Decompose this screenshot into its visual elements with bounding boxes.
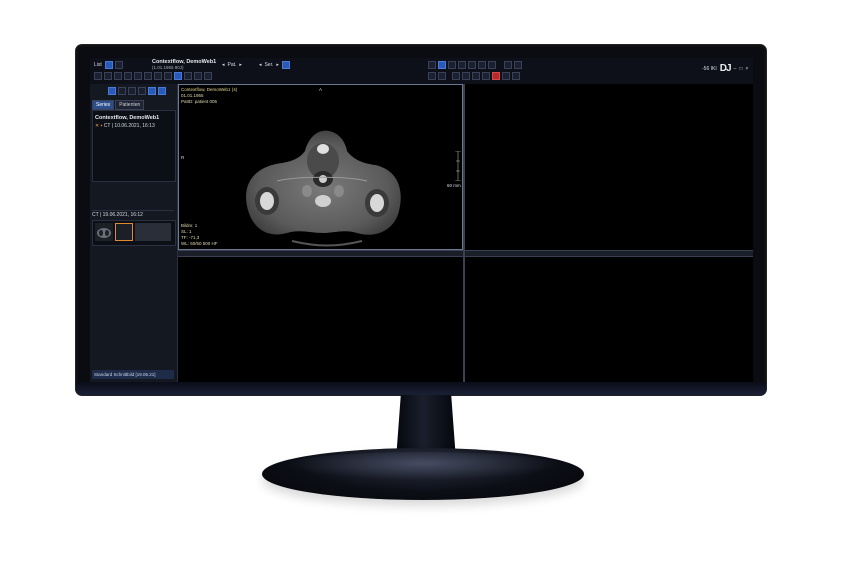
ruler-icon[interactable] <box>154 72 162 80</box>
patient-subtitle: (1.01.1955 80J) <box>152 65 184 70</box>
viewport-bottom-left[interactable] <box>178 257 463 382</box>
series-nav-label: Ser. <box>264 62 274 68</box>
reset-icon[interactable] <box>204 72 212 80</box>
target-icon[interactable] <box>438 72 446 80</box>
restore-icon[interactable]: □ <box>739 66 742 72</box>
rotate-icon[interactable] <box>428 72 436 80</box>
layout-custom-icon[interactable] <box>468 61 476 69</box>
status-bar: Standard Schnittbild [19.06.21] <box>92 370 174 379</box>
study-label: CT | 10.06.2021, 16:13 <box>103 123 155 129</box>
overlay-patient-id: PatID: patient 005 <box>181 99 218 104</box>
expand-icon[interactable] <box>502 72 510 80</box>
compare-icon[interactable] <box>472 72 480 80</box>
main-toolbar: List Contextflow, DemoWeb1 (1.01.1955 80… <box>90 58 753 85</box>
minimize-icon[interactable]: – <box>734 66 737 72</box>
app-logo: DJ <box>719 63 732 74</box>
info-icon[interactable] <box>94 72 102 80</box>
viewport-horizontal-divider[interactable] <box>178 250 753 257</box>
thumbnail-3[interactable] <box>135 223 155 241</box>
viewport-bottom-right[interactable] <box>465 257 753 382</box>
viewport-grid: Contextflow, DemoWeb1 (4) 01.01.1955 Pat… <box>178 84 753 382</box>
pan-icon[interactable] <box>114 72 122 80</box>
prev-patient-icon[interactable]: ◂ <box>222 62 225 68</box>
viewport-top-right[interactable] <box>465 84 753 250</box>
stop-icon[interactable] <box>492 72 500 80</box>
ct-image[interactable] <box>237 121 407 251</box>
audio-icon[interactable] <box>128 87 136 95</box>
close-icon[interactable]: × <box>745 66 748 72</box>
measure-icon[interactable] <box>134 72 142 80</box>
patient-list: Contextflow, DemoWeb1 ✕ ▪ CT | 10.06.202… <box>92 110 176 182</box>
tab-patients[interactable]: Patienten <box>115 100 145 110</box>
layout-2x1-icon[interactable] <box>458 61 466 69</box>
thumbnail-4[interactable] <box>155 223 171 241</box>
image-icon[interactable] <box>148 87 156 95</box>
patient-name[interactable]: Contextflow, DemoWeb1 <box>95 115 159 121</box>
next-series-icon[interactable]: ▸ <box>276 62 279 68</box>
cine-icon[interactable] <box>462 72 470 80</box>
zoom-icon[interactable] <box>124 72 132 80</box>
ellipse-icon[interactable] <box>144 72 152 80</box>
patient-nav-label: Pat. <box>227 62 237 68</box>
next-patient-icon[interactable]: ▸ <box>239 62 242 68</box>
sync-icon[interactable] <box>281 61 290 69</box>
left-panel: Series Patienten Contextflow, DemoWeb1 ✕… <box>90 84 178 382</box>
document-icon[interactable] <box>114 61 123 69</box>
stack-icon[interactable] <box>184 72 192 80</box>
export-icon[interactable] <box>158 87 166 95</box>
overlay-window-level: WL: 60/50 500 HF <box>181 241 218 246</box>
grid-view-icon[interactable] <box>104 61 113 69</box>
crosshair-icon[interactable] <box>194 72 202 80</box>
series-view-icon[interactable] <box>108 87 116 95</box>
close-icon[interactable]: ✕ <box>95 123 99 129</box>
circle-icon[interactable] <box>164 72 172 80</box>
zoom-readout: -56 IKI <box>702 65 717 72</box>
settings-icon[interactable] <box>514 61 522 69</box>
study-item[interactable]: ✕ ▪ CT | 10.06.2021, 16:13 <box>95 123 155 129</box>
thumbnail-chest[interactable] <box>95 223 113 241</box>
window-level-icon[interactable] <box>174 72 182 80</box>
viewport-top-left[interactable]: Contextflow, DemoWeb1 (4) 01.01.1955 Pat… <box>178 84 463 250</box>
layout-2x2-icon[interactable] <box>438 61 446 69</box>
scale-label: 60 mm <box>447 183 461 188</box>
display-icon[interactable] <box>504 61 512 69</box>
play-icon[interactable] <box>452 72 460 80</box>
dicom-icon[interactable] <box>138 87 146 95</box>
list-button[interactable]: List <box>94 62 102 68</box>
series-header[interactable]: CT | 19.06.2021, 16:12 <box>92 210 174 218</box>
thumbnail-selected[interactable] <box>115 223 133 241</box>
refresh-icon[interactable] <box>488 61 496 69</box>
orientation-top: A <box>319 87 323 92</box>
report-icon[interactable] <box>482 72 490 80</box>
camera-icon[interactable] <box>104 72 112 80</box>
bars-icon[interactable] <box>478 61 486 69</box>
monitor-bezel-bottom <box>76 382 766 395</box>
scale-bar-icon <box>455 151 461 181</box>
series-thumbnails <box>92 220 176 246</box>
viewport-overlay-bottom: Bildnr. 1 SL: 1 TF: -71,3 WL: 60/50 500 … <box>181 223 218 247</box>
folder-icon: ▪ <box>100 123 103 129</box>
collapse-icon[interactable] <box>512 72 520 80</box>
filter-icon[interactable] <box>118 87 126 95</box>
layout-1x1-icon[interactable] <box>428 61 436 69</box>
screen: List Contextflow, DemoWeb1 (1.01.1955 80… <box>90 58 753 382</box>
prev-series-icon[interactable]: ◂ <box>259 62 262 68</box>
left-tabs: Series Patienten <box>92 100 145 110</box>
layout-1x2-icon[interactable] <box>448 61 456 69</box>
tab-series[interactable]: Series <box>92 100 115 110</box>
viewport-vertical-divider[interactable] <box>463 84 465 382</box>
viewport-overlay-top: Contextflow, DemoWeb1 (4) 01.01.1955 Pat… <box>181 87 237 105</box>
orientation-left: R <box>181 155 185 160</box>
monitor-stand-shine <box>282 452 564 480</box>
